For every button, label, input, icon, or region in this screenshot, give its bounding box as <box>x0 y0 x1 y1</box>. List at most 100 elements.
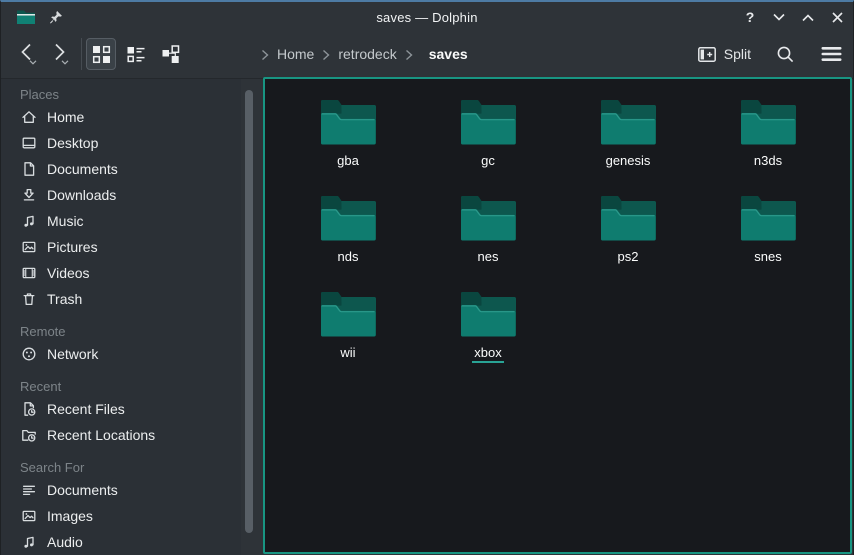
folder-label: genesis <box>604 153 653 169</box>
folder-label: n3ds <box>752 153 784 169</box>
sidebar-item-label: Recent Locations <box>47 427 155 443</box>
forward-arrow-icon <box>50 42 68 62</box>
close-button[interactable] <box>829 9 845 25</box>
breadcrumb-separator-icon <box>405 48 413 60</box>
recent-file-icon <box>21 401 37 417</box>
folder-item-snes[interactable]: snes <box>698 193 838 289</box>
folder-label: nds <box>336 249 361 265</box>
maximize-button[interactable] <box>800 9 816 25</box>
search-button[interactable] <box>773 42 797 66</box>
sidebar-scrollbar-handle[interactable] <box>245 90 253 533</box>
toolbar-separator <box>81 38 82 70</box>
folder-label: gba <box>335 153 361 169</box>
back-button[interactable] <box>13 40 43 68</box>
text-lines-icon <box>21 482 37 498</box>
sidebar-item-recent-locations[interactable]: Recent Locations <box>1 422 241 448</box>
folder-item-gba[interactable]: gba <box>278 97 418 193</box>
section-header-recent: Recent <box>1 376 241 396</box>
folder-view[interactable]: gba gc genesis n3ds nds nes <box>263 77 852 554</box>
section-header-search-for: Search For <box>1 457 241 477</box>
image-icon <box>21 508 37 524</box>
sidebar-item-desktop[interactable]: Desktop <box>1 130 241 156</box>
sidebar-item-documents[interactable]: Documents <box>1 156 241 182</box>
split-button-label: Split <box>724 46 751 62</box>
music-note-icon <box>21 213 37 229</box>
split-view-icon <box>698 47 716 62</box>
sidebar-item-label: Music <box>47 213 84 229</box>
sidebar-item-label: Trash <box>47 291 82 307</box>
image-icon <box>21 239 37 255</box>
sidebar-item-label: Desktop <box>47 135 98 151</box>
icons-view-button[interactable] <box>86 38 116 70</box>
sidebar-item-network[interactable]: Network <box>1 341 241 367</box>
network-icon <box>21 346 37 362</box>
folder-icon <box>597 193 659 243</box>
folder-item-wii[interactable]: wii <box>278 289 418 385</box>
breadcrumb-item-retrodeck[interactable]: retrodeck <box>336 46 398 62</box>
folder-label: ps2 <box>616 249 641 265</box>
icons-view-icon <box>91 44 111 64</box>
menu-button[interactable] <box>819 42 843 66</box>
sidebar-item-search-audio[interactable]: Audio <box>1 529 241 555</box>
folder-icon <box>317 97 379 147</box>
details-view-icon <box>126 44 146 64</box>
breadcrumb-separator-icon <box>322 48 330 60</box>
back-arrow-icon <box>18 42 36 62</box>
folder-item-n3ds[interactable]: n3ds <box>698 97 838 193</box>
sidebar-item-home[interactable]: Home <box>1 104 241 130</box>
folder-label: gc <box>479 153 497 169</box>
folder-item-xbox[interactable]: xbox <box>418 289 558 385</box>
folder-grid: gba gc genesis n3ds nds nes <box>265 79 850 385</box>
sidebar-item-recent-files[interactable]: Recent Files <box>1 396 241 422</box>
breadcrumb-item-saves[interactable]: saves <box>427 46 470 62</box>
minimize-button[interactable] <box>771 9 787 25</box>
back-dropdown-caret-icon <box>29 60 37 65</box>
sidebar-item-label: Network <box>47 346 98 362</box>
sidebar-scrollbar[interactable] <box>242 79 256 555</box>
sidebar-item-label: Audio <box>47 534 83 550</box>
sidebar-item-label: Images <box>47 508 93 524</box>
sidebar-item-label: Home <box>47 109 84 125</box>
folder-icon <box>457 97 519 147</box>
folder-item-ps2[interactable]: ps2 <box>558 193 698 289</box>
breadcrumb-item-home[interactable]: Home <box>275 46 316 62</box>
folder-icon <box>457 193 519 243</box>
split-button[interactable]: Split <box>698 46 751 62</box>
folder-item-genesis[interactable]: genesis <box>558 97 698 193</box>
folder-item-nes[interactable]: nes <box>418 193 558 289</box>
trash-icon <box>21 291 37 307</box>
forward-button[interactable] <box>45 40 75 68</box>
sidebar-item-downloads[interactable]: Downloads <box>1 182 241 208</box>
search-icon <box>776 45 795 64</box>
sidebar-item-search-images[interactable]: Images <box>1 503 241 529</box>
sidebar-item-music[interactable]: Music <box>1 208 241 234</box>
folder-item-gc[interactable]: gc <box>418 97 558 193</box>
window-title: saves — Dolphin <box>1 10 853 25</box>
breadcrumb-separator-icon <box>261 48 269 60</box>
tree-view-button[interactable] <box>156 38 186 70</box>
sidebar-item-trash[interactable]: Trash <box>1 286 241 312</box>
dolphin-window: saves — Dolphin ? <box>0 0 854 555</box>
folder-icon <box>737 97 799 147</box>
sidebar-item-videos[interactable]: Videos <box>1 260 241 286</box>
hamburger-menu-icon <box>821 46 842 62</box>
folder-item-nds[interactable]: nds <box>278 193 418 289</box>
help-button[interactable]: ? <box>742 9 758 25</box>
download-icon <box>21 187 37 203</box>
sidebar-item-label: Pictures <box>47 239 98 255</box>
sidebar-item-pictures[interactable]: Pictures <box>1 234 241 260</box>
folder-icon <box>317 193 379 243</box>
folder-label: wii <box>338 345 357 361</box>
home-icon <box>21 109 37 125</box>
folder-label: xbox <box>472 345 503 363</box>
places-panel: Places Home Desktop Documents Downloads … <box>1 79 241 555</box>
sidebar-item-label: Documents <box>47 161 118 177</box>
sidebar-item-search-documents[interactable]: Documents <box>1 477 241 503</box>
music-note-icon <box>21 534 37 550</box>
desktop-icon <box>21 135 37 151</box>
section-header-places: Places <box>1 84 241 104</box>
recent-folder-icon <box>21 427 37 443</box>
details-view-button[interactable] <box>121 38 151 70</box>
folder-label: snes <box>752 249 783 265</box>
folder-icon <box>597 97 659 147</box>
